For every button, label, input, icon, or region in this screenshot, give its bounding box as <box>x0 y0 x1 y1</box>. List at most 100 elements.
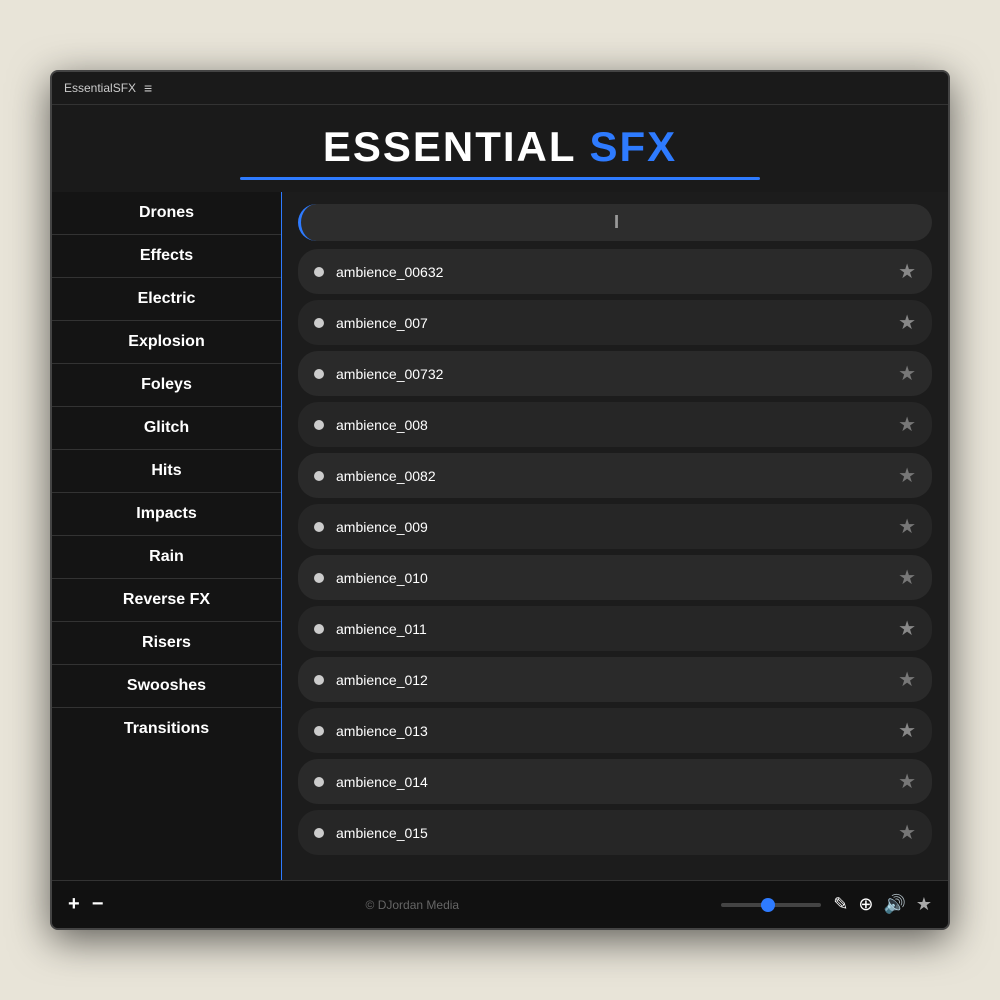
track-item[interactable]: ambience_008 ★ <box>298 402 932 447</box>
track-item[interactable]: ambience_011 ★ <box>298 606 932 651</box>
star-icon-bottom[interactable]: ★ <box>916 894 932 915</box>
sidebar-item-label: Foleys <box>141 376 192 393</box>
track-dot <box>314 624 324 634</box>
track-item[interactable]: ambience_010 ★ <box>298 555 932 600</box>
sidebar-item-risers[interactable]: Risers <box>52 622 281 665</box>
sidebar-item-electric[interactable]: Electric <box>52 278 281 321</box>
sidebar-item-label: Swooshes <box>127 677 206 694</box>
track-name: ambience_00732 <box>336 366 886 382</box>
track-name: ambience_012 <box>336 672 886 688</box>
track-star-icon[interactable]: ★ <box>898 514 916 539</box>
sidebar-item-transitions[interactable]: Transitions <box>52 708 281 750</box>
track-dot <box>314 369 324 379</box>
sidebar-item-swooshes[interactable]: Swooshes <box>52 665 281 708</box>
app-header: ESSENTIAL SFX <box>52 105 948 192</box>
track-name: ambience_0082 <box>336 468 886 484</box>
track-name: ambience_011 <box>336 621 886 637</box>
header-underline <box>240 177 760 180</box>
slider-thumb[interactable] <box>761 898 775 912</box>
track-star-icon[interactable]: ★ <box>898 769 916 794</box>
sidebar-item-glitch[interactable]: Glitch <box>52 407 281 450</box>
track-dot <box>314 471 324 481</box>
sidebar-item-impacts[interactable]: Impacts <box>52 493 281 536</box>
track-star-icon[interactable]: ★ <box>898 820 916 845</box>
track-star-icon[interactable]: ★ <box>898 667 916 692</box>
remove-button[interactable]: − <box>92 893 104 916</box>
sidebar-item-label: Risers <box>142 634 191 651</box>
track-star-icon[interactable]: ★ <box>898 616 916 641</box>
globe-icon[interactable]: ⊕ <box>858 894 873 915</box>
track-star-icon[interactable]: ★ <box>898 361 916 386</box>
sidebar: Drones Effects Electric Explosion Foleys Glit… <box>52 192 282 880</box>
sidebar-item-label: Rain <box>149 548 184 565</box>
track-star-icon[interactable]: ★ <box>898 718 916 743</box>
sidebar-item-drones[interactable]: Drones <box>52 192 281 235</box>
app-title: EssentialSFX <box>64 81 136 95</box>
track-item[interactable]: ambience_012 ★ <box>298 657 932 702</box>
sidebar-item-effects[interactable]: Effects <box>52 235 281 278</box>
track-name: ambience_015 <box>336 825 886 841</box>
track-star-icon[interactable]: ★ <box>898 463 916 488</box>
track-name: ambience_010 <box>336 570 886 586</box>
search-bar[interactable]: 𝐈 <box>298 204 932 241</box>
track-dot <box>314 267 324 277</box>
header-title-white: ESSENTIAL <box>323 123 576 170</box>
track-dot <box>314 675 324 685</box>
add-button[interactable]: + <box>68 893 80 916</box>
header-title: ESSENTIAL SFX <box>52 123 948 171</box>
track-star-icon[interactable]: ★ <box>898 412 916 437</box>
sidebar-item-foleys[interactable]: Foleys <box>52 364 281 407</box>
speaker-icon[interactable]: 🔊 <box>883 894 905 915</box>
search-cursor: 𝐈 <box>614 212 620 233</box>
sidebar-item-hits[interactable]: Hits <box>52 450 281 493</box>
track-dot <box>314 522 324 532</box>
sidebar-item-label: Drones <box>139 204 194 221</box>
track-item[interactable]: ambience_0082 ★ <box>298 453 932 498</box>
bottom-icons: ✎ ⊕ 🔊 ★ <box>833 894 932 915</box>
sidebar-item-label: Impacts <box>136 505 196 522</box>
track-dot <box>314 828 324 838</box>
main-content: Drones Effects Electric Explosion Foleys Glit… <box>52 192 948 880</box>
track-name: ambience_014 <box>336 774 886 790</box>
sidebar-item-label: Effects <box>140 247 193 264</box>
track-item[interactable]: ambience_013 ★ <box>298 708 932 753</box>
sidebar-item-label: Transitions <box>124 720 209 737</box>
menu-icon[interactable]: ≡ <box>144 80 152 96</box>
sidebar-item-label: Hits <box>151 462 181 479</box>
track-item[interactable]: ambience_009 ★ <box>298 504 932 549</box>
track-name: ambience_013 <box>336 723 886 739</box>
track-name: ambience_007 <box>336 315 886 331</box>
sidebar-item-label: Electric <box>138 290 196 307</box>
sidebar-item-explosion[interactable]: Explosion <box>52 321 281 364</box>
track-dot <box>314 318 324 328</box>
volume-slider[interactable] <box>721 903 821 907</box>
track-star-icon[interactable]: ★ <box>898 310 916 335</box>
edit-icon[interactable]: ✎ <box>833 894 848 915</box>
track-item[interactable]: ambience_014 ★ <box>298 759 932 804</box>
sidebar-item-reverse-fx[interactable]: Reverse FX <box>52 579 281 622</box>
track-item[interactable]: ambience_007 ★ <box>298 300 932 345</box>
track-star-icon[interactable]: ★ <box>898 259 916 284</box>
track-name: ambience_009 <box>336 519 886 535</box>
slider-track[interactable] <box>721 903 821 907</box>
sidebar-item-label: Glitch <box>144 419 189 436</box>
app-window: EssentialSFX ≡ ESSENTIAL SFX Drones Effec… <box>50 70 950 930</box>
track-dot <box>314 573 324 583</box>
sidebar-item-rain[interactable]: Rain <box>52 536 281 579</box>
track-item[interactable]: ambience_00732 ★ <box>298 351 932 396</box>
track-name: ambience_008 <box>336 417 886 433</box>
title-bar: EssentialSFX ≡ <box>52 72 948 105</box>
header-title-blue: SFX <box>589 123 677 170</box>
copyright-text: © DJordan Media <box>115 898 709 912</box>
track-dot <box>314 777 324 787</box>
sidebar-item-label: Reverse FX <box>123 591 210 608</box>
track-dot <box>314 726 324 736</box>
bottom-bar: + − © DJordan Media ✎ ⊕ 🔊 ★ <box>52 880 948 928</box>
track-star-icon[interactable]: ★ <box>898 565 916 590</box>
track-dot <box>314 420 324 430</box>
sidebar-item-label: Explosion <box>128 333 204 350</box>
content-area: 𝐈 ambience_00632★ambience_007★ambience_0… <box>282 192 948 880</box>
track-item[interactable]: ambience_015 ★ <box>298 810 932 855</box>
track-item[interactable]: ambience_00632 ★ <box>298 249 932 294</box>
track-name: ambience_00632 <box>336 264 886 280</box>
